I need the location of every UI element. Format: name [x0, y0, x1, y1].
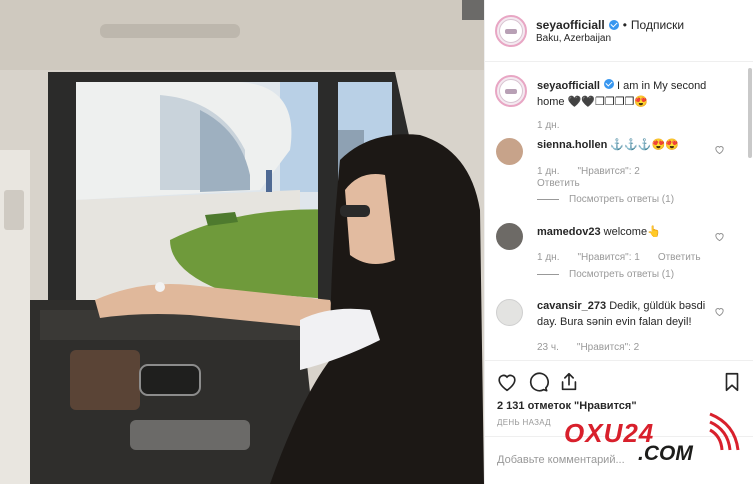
bookmark-icon[interactable]	[721, 371, 743, 393]
verified-badge-icon	[608, 20, 619, 30]
comment-username[interactable]: sienna.hollen	[537, 139, 607, 151]
follow-button[interactable]: Подписки	[631, 18, 684, 32]
comment-text-block: mamedov23 welcome👆	[537, 224, 727, 240]
comment-meta: 23 ч. "Нравится": 2	[537, 342, 639, 353]
comments-scrollbar[interactable]	[748, 68, 752, 158]
replies-divider	[537, 199, 559, 200]
caption-meta: 1 дн.	[537, 120, 559, 131]
comment-avatar[interactable]	[496, 223, 523, 250]
caption-time[interactable]: 1 дн.	[537, 120, 559, 131]
comment-text: ⚓⚓⚓😍😍	[610, 139, 679, 151]
comment-text-block: cavansir_273 Dedik, güldük bəsdi day. Bu…	[537, 298, 727, 330]
comment-like-heart-icon[interactable]	[714, 306, 725, 317]
share-icon[interactable]	[558, 371, 580, 393]
oxu24-watermark-logo: OXU24 .COM	[560, 410, 750, 484]
comment-time[interactable]: 1 дн.	[537, 166, 559, 177]
post-photo[interactable]	[0, 0, 484, 484]
comment-username[interactable]: mamedov23	[537, 226, 601, 238]
heart-icon[interactable]	[496, 371, 518, 393]
reply-button[interactable]: Ответить	[658, 252, 701, 263]
caption-avatar[interactable]	[495, 75, 527, 107]
comment-meta: 1 дн. "Нравится": 1 Ответить	[537, 252, 701, 263]
comment-meta: 1 дн. "Нравится": 2	[537, 166, 640, 177]
post-header: seyaofficiall • Подписки Baku, Azerbaija…	[485, 0, 753, 62]
caption-username[interactable]: seyaofficiall	[537, 80, 600, 92]
author-username[interactable]: seyaofficiall	[536, 18, 605, 32]
reply-button[interactable]: Ответить	[537, 178, 580, 189]
replies-divider	[537, 274, 559, 275]
view-replies-label: Посмотреть ответы (1)	[569, 194, 675, 205]
author-avatar[interactable]	[495, 15, 527, 47]
view-replies-button[interactable]: Посмотреть ответы (1)	[537, 194, 674, 205]
comment-likes[interactable]: "Нравится": 2	[577, 166, 639, 177]
comment-avatar[interactable]	[496, 138, 523, 165]
separator-dot: •	[622, 18, 627, 32]
comment-text-block: sienna.hollen ⚓⚓⚓😍😍	[537, 137, 727, 153]
photo-corner-strip	[462, 0, 484, 20]
post-time-ago: ДЕНЬ НАЗАД	[497, 418, 551, 427]
view-replies-button[interactable]: Посмотреть ответы (1)	[537, 269, 674, 280]
comment-likes[interactable]: "Нравится": 1	[577, 252, 639, 263]
comment-time[interactable]: 23 ч.	[537, 342, 559, 353]
comment-icon[interactable]	[527, 371, 549, 393]
comment-avatar[interactable]	[496, 299, 523, 326]
comment-time[interactable]: 1 дн.	[537, 252, 559, 263]
watermark-line2: .COM	[638, 442, 693, 465]
author-line: seyaofficiall • Подписки	[536, 18, 684, 32]
view-replies-label: Посмотреть ответы (1)	[569, 269, 675, 280]
comment-likes[interactable]: "Нравится": 2	[577, 342, 639, 353]
comment-username[interactable]: cavansir_273	[537, 300, 606, 312]
caption-text-block: seyaofficiall I am in My second home 🖤🖤❒…	[537, 78, 727, 110]
comment-like-heart-icon[interactable]	[714, 144, 725, 155]
post-location[interactable]: Baku, Azerbaijan	[536, 33, 611, 44]
comments-list[interactable]: seyaofficiall I am in My second home 🖤🖤❒…	[485, 63, 753, 359]
comment-text: welcome👆	[603, 226, 661, 238]
car-window-photo	[0, 0, 484, 484]
verified-badge-icon	[603, 79, 614, 89]
comment-like-heart-icon[interactable]	[714, 231, 725, 242]
